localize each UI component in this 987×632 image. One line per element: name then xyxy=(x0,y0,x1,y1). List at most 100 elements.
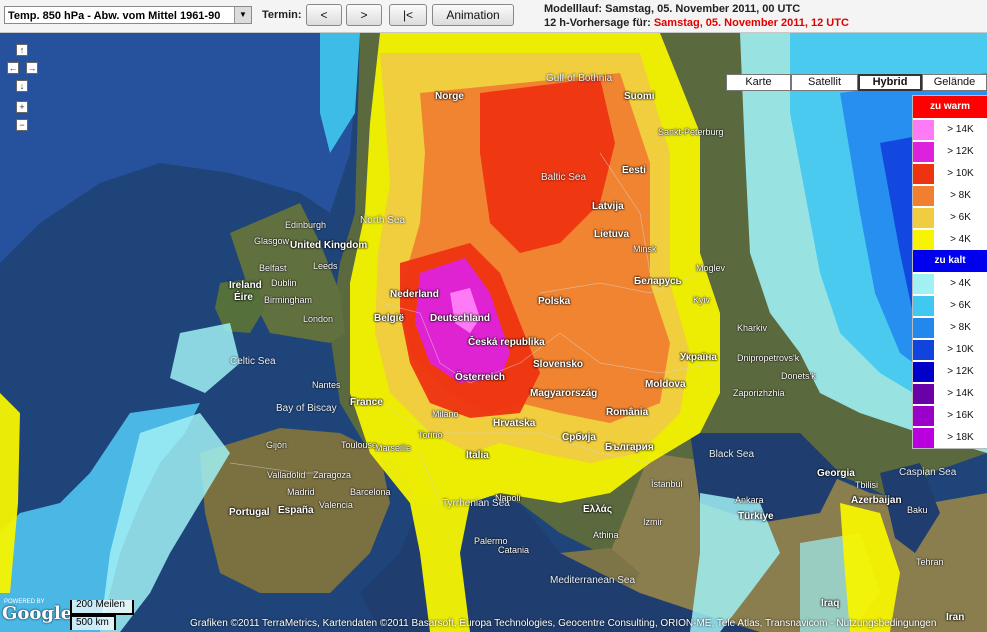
country-label: Україна xyxy=(680,352,717,363)
warm-legend-label: > 12K xyxy=(947,146,974,157)
legend-warm-header: zu warm xyxy=(913,96,987,118)
city-label: Leeds xyxy=(313,261,338,271)
city-label: Tbilisi xyxy=(855,480,879,490)
warm-legend-swatch xyxy=(913,207,934,228)
sea-label: Gulf of Bothnia xyxy=(546,73,613,84)
warm-legend-swatch xyxy=(913,229,934,250)
country-label: France xyxy=(350,397,383,408)
map-attribution[interactable]: Grafiken ©2011 TerraMetrics, Kartendaten… xyxy=(190,618,936,629)
google-logo[interactable]: Google xyxy=(2,603,72,624)
city-label: Toulouse xyxy=(341,440,378,450)
warm-legend-swatch xyxy=(913,119,934,140)
warm-legend-label: > 14K xyxy=(947,124,974,135)
first-button[interactable]: |< xyxy=(389,4,427,26)
city-label: Valencia xyxy=(319,500,353,510)
warm-legend-swatch xyxy=(913,141,934,162)
country-label: Portugal xyxy=(229,507,270,518)
forecast-info: 12 h-Vorhersage für: Samstag, 05. Novemb… xyxy=(544,17,849,29)
legend-cold-header: zu kalt xyxy=(913,250,987,272)
city-label: Marseille xyxy=(375,443,412,453)
cold-legend-label: > 8K xyxy=(950,322,971,333)
city-label: Catania xyxy=(498,545,530,555)
cold-legend-label: > 4K xyxy=(950,278,971,289)
city-label: Zaporizhzhia xyxy=(733,388,785,398)
scale-km-label: 500 km xyxy=(76,617,109,628)
city-label: Zaragoza xyxy=(313,470,352,480)
sea-label: North Sea xyxy=(360,215,406,226)
city-label: Torino xyxy=(418,430,443,440)
country-label: Türkiye xyxy=(738,511,774,522)
city-label: Dnipropetrovs'k xyxy=(737,353,800,363)
city-label: Donets'k xyxy=(781,371,816,381)
city-label: Tehran xyxy=(916,557,944,567)
product-select[interactable]: Temp. 850 hPa - Abw. vom Mittel 1961-90 … xyxy=(4,6,252,24)
sea-label: Baltic Sea xyxy=(541,172,587,183)
cold-legend-swatch xyxy=(913,317,934,338)
city-label: Izmir xyxy=(643,517,663,527)
city-label: Milano xyxy=(432,409,459,419)
country-label: Italia xyxy=(466,450,489,461)
chevron-down-icon[interactable]: ▼ xyxy=(234,7,251,23)
country-label: Österreich xyxy=(455,372,506,383)
country-label: Nederland xyxy=(390,289,439,300)
cold-legend-row: > 18K xyxy=(913,426,987,448)
city-label: Kyiv xyxy=(693,295,711,305)
cold-legend-row: > 16K xyxy=(913,404,987,426)
cold-legend-row: > 8K xyxy=(913,316,987,338)
country-label: Hrvatska xyxy=(493,418,536,429)
pan-right-icon[interactable]: → xyxy=(26,62,38,74)
country-label: Deutschland xyxy=(430,313,491,324)
next-button[interactable]: > xyxy=(346,4,382,26)
legend-warm-rows: > 14K > 12K > 10K > 8K > 6K > 4K xyxy=(913,118,987,250)
country-label: Slovensko xyxy=(533,359,584,370)
warm-legend-label: > 4K xyxy=(950,234,971,245)
city-label: Sankt-Peterburg xyxy=(658,127,724,137)
country-label: Iran xyxy=(946,612,965,623)
cold-legend-swatch xyxy=(913,427,934,448)
map-type-satellit[interactable]: Satellit xyxy=(791,74,858,91)
product-select-value: Temp. 850 hPa - Abw. vom Mittel 1961-90 xyxy=(8,10,221,22)
cold-legend-row: > 12K xyxy=(913,360,987,382)
pan-up-icon[interactable]: ↑ xyxy=(16,44,28,56)
city-label: Madrid xyxy=(287,487,315,497)
country-label: Србија xyxy=(562,432,596,443)
cold-legend-label: > 10K xyxy=(947,344,974,355)
country-label: Latvija xyxy=(592,201,624,212)
animation-button[interactable]: Animation xyxy=(432,4,514,26)
cold-legend-swatch xyxy=(913,339,934,360)
warm-legend-row: > 14K xyxy=(913,118,987,140)
cold-legend-swatch xyxy=(913,405,934,426)
cold-legend-swatch xyxy=(913,295,934,316)
cold-legend-row: > 10K xyxy=(913,338,987,360)
forecast-value: Samstag, 05. November 2011, 12 UTC xyxy=(653,17,849,29)
country-label: România xyxy=(606,407,649,418)
city-label: Baku xyxy=(907,505,928,515)
cold-legend-swatch xyxy=(913,273,934,294)
pan-left-icon[interactable]: ← xyxy=(7,62,19,74)
legend-cold-rows: > 4K > 6K > 8K > 10K > 12K > 14K > 16K > 18K xyxy=(913,272,987,448)
termin-label: Termin: xyxy=(262,9,302,21)
zoom-in-icon[interactable]: + xyxy=(16,101,28,113)
city-label: Kharkiv xyxy=(737,323,768,333)
country-label: Suomi xyxy=(624,91,655,102)
city-label: Dublin xyxy=(271,278,297,288)
scale-bar: 200 Meilen 500 km xyxy=(70,599,134,630)
forecast-label: 12 h-Vorhersage für: xyxy=(544,17,651,29)
country-label: United Kingdom xyxy=(290,240,368,251)
map-canvas[interactable]: ↑ ← → ↓ + − United Kingdom Ireland Éire … xyxy=(0,33,987,632)
sea-label: Celtic Sea xyxy=(230,356,276,367)
city-label: Napoli xyxy=(495,493,521,503)
map-type-gelaende[interactable]: Gelände xyxy=(922,74,987,91)
map-type-hybrid[interactable]: Hybrid xyxy=(858,74,922,91)
warm-legend-label: > 8K xyxy=(950,190,971,201)
zoom-out-icon[interactable]: − xyxy=(16,119,28,131)
city-label: Ankara xyxy=(735,495,764,505)
cold-legend-label: > 16K xyxy=(947,410,974,421)
city-label: Glasgow xyxy=(254,236,290,246)
country-label: België xyxy=(374,313,405,324)
country-label: Georgia xyxy=(817,468,855,479)
anomaly-legend: zu warm > 14K > 12K > 10K > 8K > 6K > 4K zu k… xyxy=(912,95,987,449)
prev-button[interactable]: < xyxy=(306,4,342,26)
map-type-karte[interactable]: Karte xyxy=(726,74,791,91)
pan-down-icon[interactable]: ↓ xyxy=(16,80,28,92)
